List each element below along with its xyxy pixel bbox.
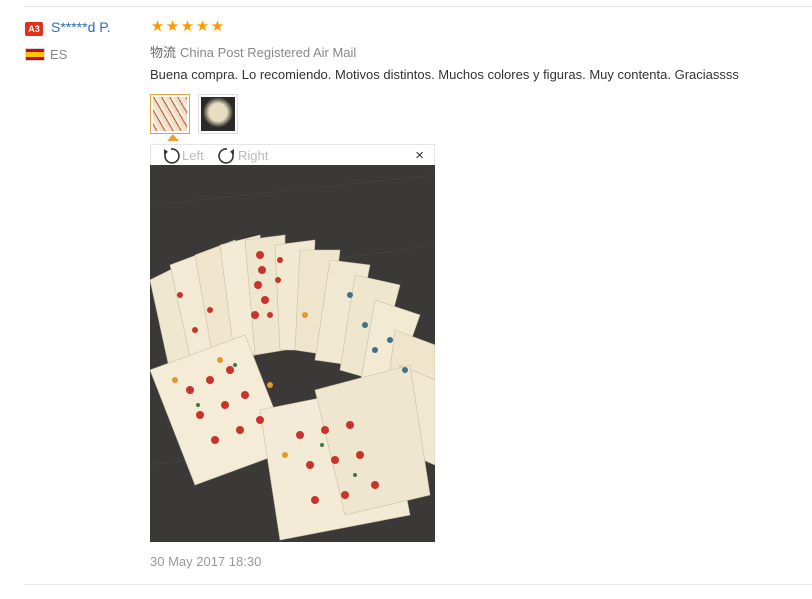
top-divider — [24, 6, 812, 7]
review-photo-large — [150, 165, 435, 542]
selected-thumb-caret — [167, 134, 179, 141]
photo-thumbnail-1[interactable] — [150, 94, 190, 134]
image-viewer-toolbar: Left Right × — [150, 144, 435, 165]
buyer-level-badge: A3 — [25, 22, 43, 36]
nail-sticker-photo-thumb — [201, 97, 235, 131]
shipping-method: China Post Registered Air Mail — [180, 45, 357, 60]
rotate-left-button[interactable]: Left — [161, 145, 204, 166]
star-icon: ★ — [195, 18, 210, 35]
rotate-right-label: Right — [238, 148, 269, 163]
star-icon: ★ — [210, 18, 225, 35]
rotate-left-label: Left — [182, 148, 204, 163]
spain-flag-icon — [25, 48, 45, 61]
buyer-name[interactable]: S*****d P. — [51, 19, 111, 35]
star-rating: ★ ★ ★ ★ ★ — [150, 18, 225, 36]
star-icon: ★ — [150, 18, 165, 35]
review-date: 30 May 2017 18:30 — [150, 554, 262, 569]
rotate-right-button[interactable]: Right — [217, 145, 268, 166]
star-icon: ★ — [180, 18, 195, 35]
photo-thumbnail-2[interactable] — [198, 94, 238, 134]
star-icon: ★ — [165, 18, 180, 35]
shipping-label: 物流 — [150, 45, 177, 60]
rotate-left-icon — [164, 147, 180, 164]
shipping-info: 物流 China Post Registered Air Mail — [150, 42, 356, 61]
nail-sticker-photo — [150, 165, 435, 542]
review-text: Buena compra. Lo recomiendo. Motivos dis… — [150, 67, 739, 82]
buyer-country: ES — [50, 47, 68, 62]
close-viewer-button[interactable]: × — [415, 147, 424, 165]
nail-sticker-photo-thumb — [153, 97, 187, 131]
rotate-right-icon — [218, 147, 234, 164]
bottom-divider — [24, 584, 812, 585]
